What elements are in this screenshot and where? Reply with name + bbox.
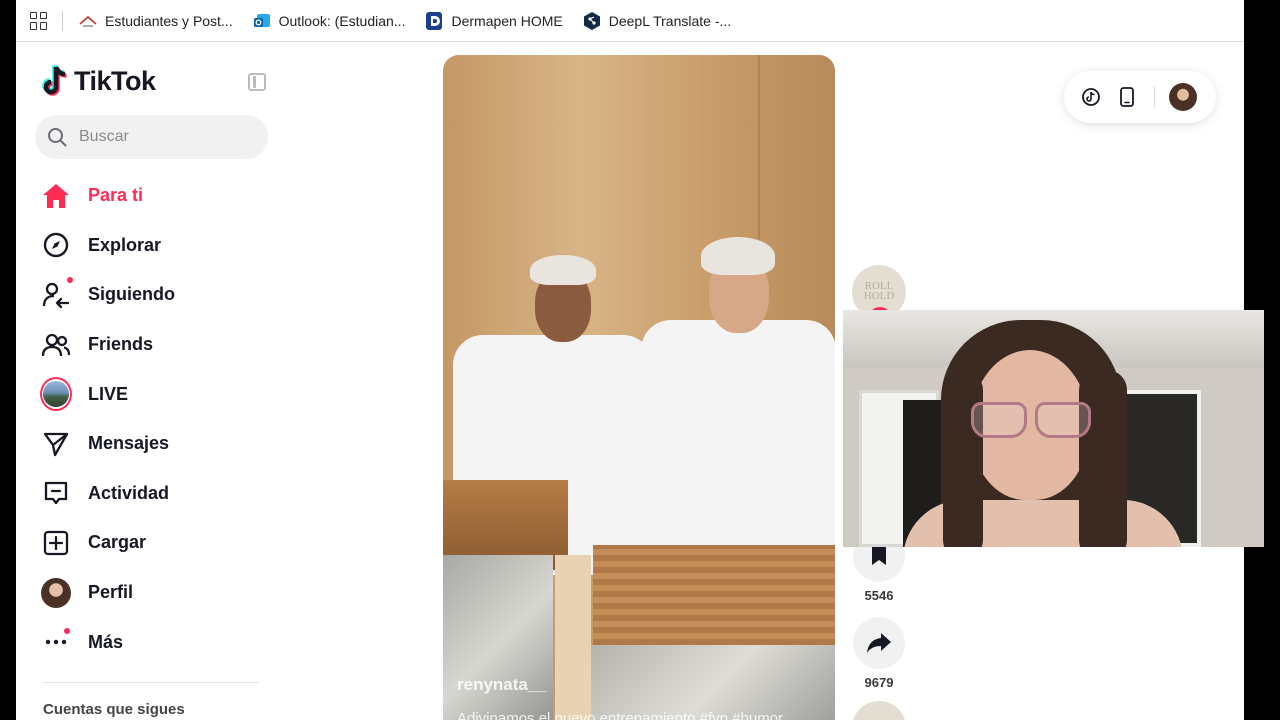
university-icon (79, 12, 97, 30)
nav-cargar[interactable]: Cargar (16, 518, 284, 568)
bookmark-label: DeepL Translate -... (608, 12, 732, 29)
collapse-sidebar-icon[interactable] (248, 73, 266, 91)
following-accounts-title: Cuentas que sigues (43, 701, 185, 718)
counter (443, 555, 553, 720)
notification-dot (64, 628, 70, 635)
video-username[interactable]: renynata__ (457, 675, 547, 695)
nav-label: Para ti (88, 185, 144, 206)
search-icon (48, 128, 67, 147)
nav-label: Perfil (88, 582, 134, 603)
compass-icon (40, 229, 72, 261)
bookmark-deepl[interactable]: DeepL Translate -... (583, 11, 732, 30)
home-icon (40, 180, 72, 212)
webcam-overlay (843, 310, 1264, 547)
share-count: 9679 (864, 675, 894, 690)
chef-person (641, 235, 835, 560)
bookmarks-bar: Estudiantes y Post... Outlook: (Estudian… (16, 0, 1244, 42)
glasses-icon (967, 402, 1095, 440)
save-count: 5546 (864, 588, 894, 603)
next-creator-avatar[interactable] (852, 701, 906, 720)
counter (593, 545, 835, 645)
nav-label: Explorar (88, 234, 162, 255)
webcam-person-hair (1079, 370, 1127, 547)
more-icon (40, 626, 72, 658)
profile-avatar (40, 577, 72, 609)
logo-text: TikTok (74, 65, 156, 96)
bookmark-label: Estudiantes y Post... (105, 12, 233, 29)
nav-siguiendo[interactable]: Siguiendo (16, 270, 284, 320)
bookmark-outlook[interactable]: Outlook: (Estudian... (253, 12, 406, 30)
bookmark-label: Dermapen HOME (451, 12, 563, 29)
nav-label: Siguiendo (88, 284, 175, 305)
sidebar-divider (43, 682, 259, 683)
bookmark-estudiantes[interactable]: Estudiantes y Post... (79, 12, 233, 30)
live-avatar (43, 381, 69, 408)
video-player[interactable]: renynata__ Adivinamos el nuevo entrenami… (443, 55, 835, 720)
search-input[interactable] (79, 128, 239, 146)
webcam-person-hair (943, 370, 983, 547)
nav-friends[interactable]: Friends (16, 320, 284, 370)
upload-icon (40, 527, 72, 559)
controls-divider (1154, 86, 1155, 108)
friends-icon (40, 329, 72, 361)
nav-label: Mensajes (88, 433, 170, 454)
apps-grid-icon[interactable] (30, 11, 48, 30)
nav-label: LIVE (88, 383, 129, 404)
video-caption: Adivinamos el nuevo entrenamiento #fyp #… (457, 710, 784, 720)
main-nav: Para ti Explorar Siguiendo Friends LIVE … (16, 171, 284, 667)
tiktok-logo[interactable]: TikTok (42, 65, 156, 97)
counter (555, 555, 591, 720)
creator-avatar-text: ROLL HOLD (863, 280, 895, 302)
nav-mensajes[interactable]: Mensajes (16, 419, 284, 469)
following-icon (40, 276, 73, 311)
counter (591, 645, 835, 720)
sidebar: TikTok Para ti Explorar (16, 43, 284, 720)
tiktok-coin-icon[interactable] (1080, 86, 1102, 108)
nav-perfil[interactable]: Perfil (16, 568, 284, 618)
nav-label: Más (88, 631, 124, 652)
outlook-icon (253, 12, 271, 30)
avatar (41, 577, 71, 608)
share-icon (867, 633, 891, 653)
nav-label: Cargar (88, 532, 147, 553)
nav-label: Actividad (88, 482, 170, 503)
phone-icon[interactable] (1116, 86, 1138, 108)
account-avatar[interactable] (1169, 83, 1197, 111)
top-right-controls (1064, 71, 1216, 123)
search-box[interactable] (35, 115, 268, 159)
activity-icon (40, 477, 72, 509)
bookmarks-divider (62, 10, 63, 31)
live-avatar-ring (40, 377, 72, 412)
deepl-icon (583, 11, 601, 30)
nav-para-ti[interactable]: Para ti (16, 171, 284, 221)
notification-dot (67, 276, 73, 283)
nav-explorar[interactable]: Explorar (16, 221, 284, 271)
nav-label: Friends (88, 334, 154, 355)
nav-mas[interactable]: Más (16, 617, 284, 667)
bookmark-label: Outlook: (Estudian... (278, 12, 406, 29)
nav-live[interactable]: LIVE (16, 369, 284, 419)
tiktok-note-icon (42, 65, 67, 96)
nav-actividad[interactable]: Actividad (16, 469, 284, 519)
bookmark-icon (872, 547, 886, 565)
messages-icon (40, 428, 72, 460)
bookmark-dermapen[interactable]: Dermapen HOME (425, 11, 563, 30)
live-icon (40, 377, 72, 412)
share-button[interactable] (853, 617, 905, 669)
dermapen-icon (425, 11, 443, 30)
